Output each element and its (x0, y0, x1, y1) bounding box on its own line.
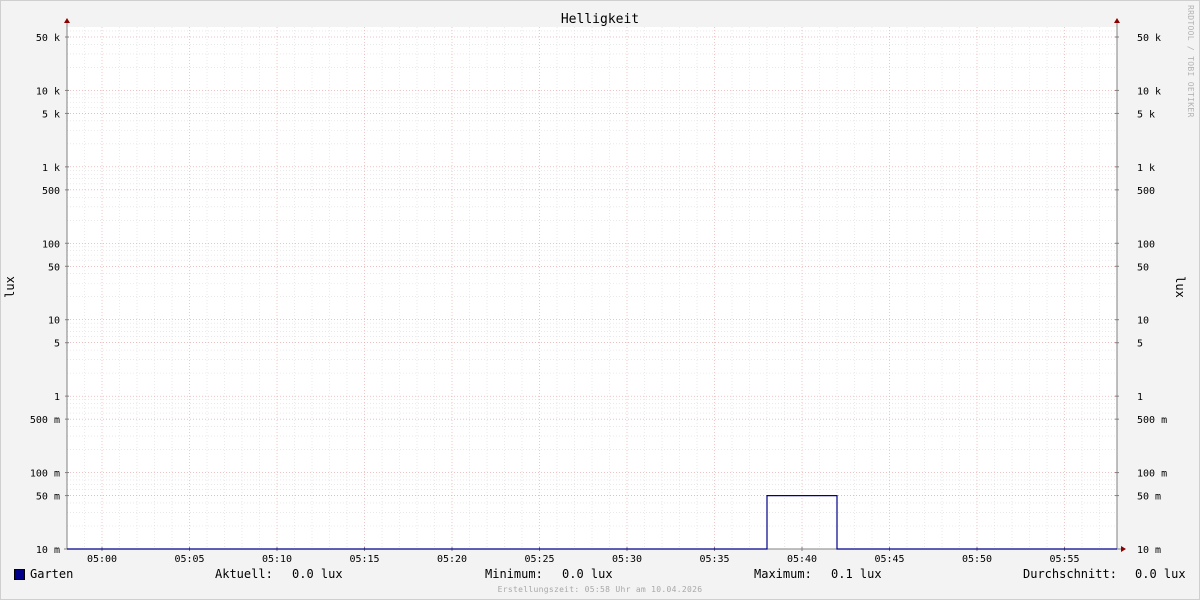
y-axis-arrow-left (64, 18, 70, 23)
legend-durchschnitt-value: 0.0 lux (1135, 567, 1186, 581)
x-axis-arrow (1121, 546, 1126, 552)
x-tick-label: 05:55 (1049, 554, 1079, 565)
y-tick-label-left: 50 k (36, 33, 60, 44)
y-axis-arrow-right (1114, 18, 1120, 23)
y-tick-label-right: 500 (1137, 186, 1155, 197)
y-axis-label-right: lux (1173, 276, 1187, 298)
legend-swatch-garten (14, 569, 25, 580)
y-tick-label-right: 10 m (1137, 545, 1161, 556)
legend-series-name: Garten (30, 567, 74, 581)
y-tick-label-right: 1 k (1137, 163, 1155, 174)
y-tick-label-left: 50 m (36, 492, 60, 503)
y-tick-label-left: 10 (48, 316, 60, 327)
y-tick-label-right: 5 k (1137, 109, 1155, 120)
x-tick-label: 05:45 (874, 554, 904, 565)
legend-durchschnitt-label: Durchschnitt: (1023, 567, 1117, 581)
y-tick-label-right: 1 (1137, 392, 1143, 403)
y-tick-label-left: 5 (54, 339, 60, 350)
x-tick-label: 05:10 (262, 554, 292, 565)
creation-time-footer: Erstellungszeit: 05:58 Uhr am 10.04.2026 (497, 585, 703, 594)
legend-minimum-value: 0.0 lux (562, 567, 613, 581)
x-tick-label: 05:40 (787, 554, 817, 565)
legend-maximum-label: Maximum: (754, 567, 812, 581)
y-tick-label-right: 500 m (1137, 415, 1167, 426)
brightness-chart: 50 k 50 k10 k 10 k5 k5 k1 k1 k500 500100 100… (3, 12, 1187, 565)
legend-aktuell-label: Aktuell: (215, 567, 273, 581)
x-tick-label: 05:20 (437, 554, 467, 565)
legend-maximum-value: 0.1 lux (831, 567, 882, 581)
chart-title: Helligkeit (561, 12, 639, 27)
y-tick-label-right: 50 (1137, 262, 1149, 273)
legend-aktuell-value: 0.0 lux (292, 567, 343, 581)
y-tick-label-right: 10 (1137, 316, 1149, 327)
y-tick-label-left: 50 (48, 262, 60, 273)
y-tick-label-left: 10 m (36, 545, 60, 556)
y-tick-label-right: 50 m (1137, 492, 1161, 503)
y-tick-label-right: 100 m (1137, 469, 1167, 480)
x-tick-label: 05:50 (962, 554, 992, 565)
legend-minimum-label: Minimum: (485, 567, 543, 581)
y-tick-label-left: 1 (54, 392, 60, 403)
x-tick-label: 05:05 (174, 554, 204, 565)
y-tick-label-left: 5 k (42, 109, 60, 120)
y-tick-label-right: 5 (1137, 339, 1143, 350)
x-tick-label: 05:30 (612, 554, 642, 565)
x-tick-label: 05:00 (87, 554, 117, 565)
y-tick-label-right: 100 (1137, 239, 1155, 250)
y-tick-label-left: 10 k (36, 86, 60, 97)
y-tick-label-left: 1 k (42, 163, 60, 174)
x-tick-label: 05:35 (699, 554, 729, 565)
y-axis-label-left: lux (3, 276, 17, 298)
y-tick-label-left: 500 (42, 186, 60, 197)
x-tick-label: 05:25 (524, 554, 554, 565)
rrdtool-watermark: RRDTOOL / TOBI OETIKER (1186, 5, 1195, 118)
y-tick-label-left: 100 (42, 239, 60, 250)
y-tick-label-left: 100 m (30, 469, 60, 480)
y-tick-label-right: 50 k (1137, 33, 1161, 44)
x-tick-label: 05:15 (349, 554, 379, 565)
y-tick-label-left: 500 m (30, 415, 60, 426)
y-tick-label-right: 10 k (1137, 86, 1161, 97)
